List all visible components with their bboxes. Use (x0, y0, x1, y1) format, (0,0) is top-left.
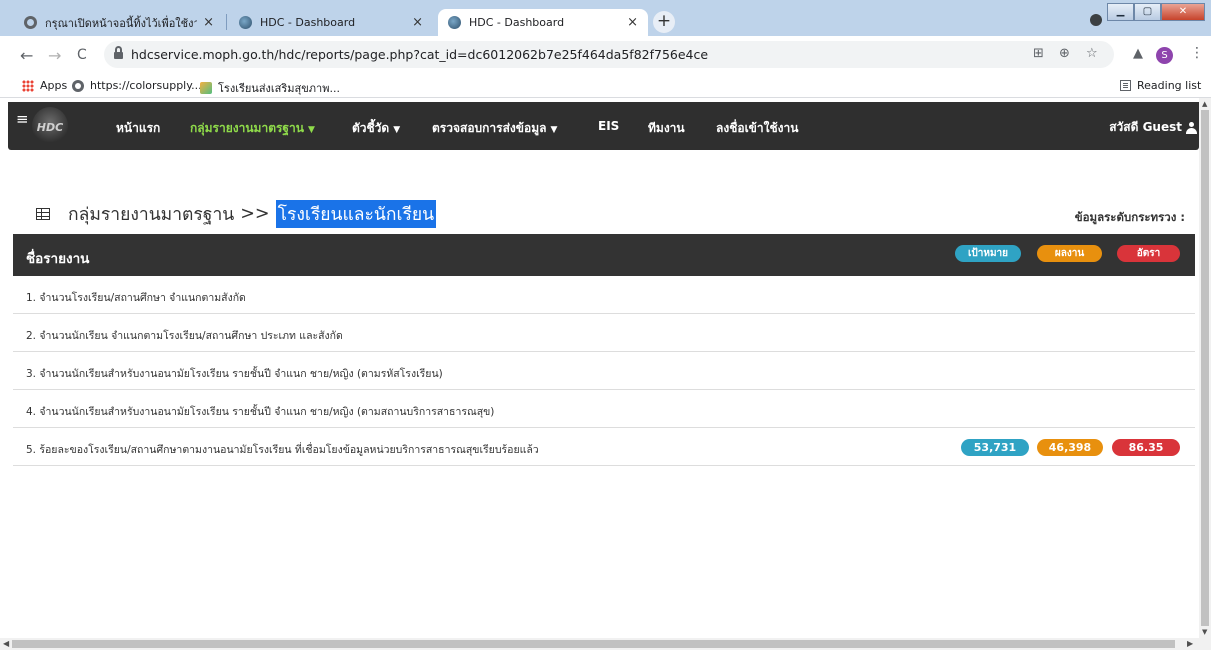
breadcrumb-separator: >> (240, 204, 270, 224)
url-text[interactable]: hdcservice.moph.go.th/hdc/reports/page.p… (131, 47, 708, 62)
page-viewport: ≡ HDC หน้าแรก กลุ่มรายงานมาตรฐาน ▼ ตัวชี้… (0, 98, 1199, 638)
browser-tab-bar: กรุณาเปิดหน้าจอนี้ทิ้งไว้เพื่อใช้งาน Int… (0, 0, 1211, 36)
nav-label: กลุ่มรายงานมาตรฐาน (190, 121, 304, 135)
bookmark-label: Apps (40, 79, 68, 92)
maximize-button[interactable]: ▢ (1134, 3, 1161, 21)
hdc-favicon-icon (239, 16, 252, 29)
breadcrumb-current: โรงเรียนและนักเรียน (275, 200, 437, 228)
tab-separator (226, 14, 227, 30)
reading-list-button[interactable]: Reading list (1120, 79, 1201, 92)
table-row: 5. ร้อยละของโรงเรียน/สถานศึกษาตามงานอนาม… (13, 428, 1195, 466)
hdc-favicon-icon (448, 16, 461, 29)
nav-label: ตรวจสอบการส่งข้อมูล (432, 121, 547, 135)
table-grid-icon (36, 208, 50, 220)
report-link-2[interactable]: 2. จำนวนนักเรียน จำแนกตามโรงเรียน/สถานศึ… (26, 327, 343, 344)
bookmark-star-icon[interactable]: ☆ (1086, 46, 1098, 61)
window-controls: ▁ ▢ ✕ (1107, 3, 1205, 21)
avatar[interactable]: S (1156, 47, 1173, 64)
report-link-4[interactable]: 4. จำนวนนักเรียนสำหรับงานอนามัยโรงเรียน … (26, 403, 494, 420)
profile-indicator-icon[interactable] (1090, 14, 1102, 26)
nav-data-check[interactable]: ตรวจสอบการส่งข้อมูล ▼ (432, 119, 557, 138)
vertical-scroll-thumb[interactable] (1201, 110, 1209, 626)
hdc-logo[interactable]: HDC (32, 107, 68, 145)
address-bar[interactable]: hdcservice.moph.go.th/hdc/reports/page.p… (104, 41, 1114, 68)
scroll-up-icon[interactable]: ▲ (1202, 100, 1207, 108)
rate-value-badge: 86.35 (1112, 439, 1180, 456)
reading-list-icon (1120, 80, 1131, 91)
hamburger-menu-icon[interactable]: ≡ (16, 110, 29, 128)
horizontal-scrollbar[interactable]: ◀ ▶ (0, 638, 1211, 650)
nav-team[interactable]: ทีมงาน (648, 119, 685, 138)
bookmarks-bar: Apps https://colorsupply... โรงเรียนส่งเ… (0, 74, 1211, 98)
tab-title: กรุณาเปิดหน้าจอนี้ทิ้งไว้เพื่อใช้งาน Int… (45, 16, 198, 30)
breadcrumb-root: กลุ่มรายงานมาตรฐาน (68, 205, 235, 225)
site-navbar: ≡ HDC หน้าแรก กลุ่มรายงานมาตรฐาน ▼ ตัวชี้… (8, 102, 1199, 150)
rate-badge: อัตรา (1117, 245, 1180, 262)
bookmark-label: โรงเรียนส่งเสริมสุขภาพ... (218, 82, 340, 95)
extension-icon[interactable]: ▲ (1133, 46, 1143, 61)
zoom-icon[interactable]: ⊕ (1059, 46, 1070, 61)
lock-icon[interactable] (114, 46, 123, 59)
nav-indicators[interactable]: ตัวชี้วัด ▼ (352, 119, 400, 138)
vertical-scrollbar[interactable]: ▲ ▼ (1199, 98, 1211, 638)
bookmark-colorsupply[interactable]: https://colorsupply... (72, 79, 202, 92)
user-icon (1186, 121, 1197, 134)
browser-tab-3-active[interactable]: HDC - Dashboard × (438, 9, 648, 36)
report-link-5[interactable]: 5. ร้อยละของโรงเรียน/สถานศึกษาตามงานอนาม… (26, 441, 539, 458)
close-tab-icon[interactable]: × (412, 15, 423, 30)
reload-button[interactable]: C (77, 47, 87, 63)
caret-down-icon: ▼ (550, 125, 558, 135)
caret-down-icon: ▼ (393, 125, 401, 135)
close-tab-icon[interactable]: × (627, 15, 638, 30)
report-table-header: ชื่อรายงาน เป้าหมาย ผลงาน อัตรา (13, 234, 1195, 276)
leaf-icon (200, 82, 212, 94)
user-greeting[interactable]: สวัสดี Guest (1109, 118, 1197, 137)
close-window-button[interactable]: ✕ (1161, 3, 1205, 21)
browser-tab-1[interactable]: กรุณาเปิดหน้าจอนี้ทิ้งไว้เพื่อใช้งาน Int… (14, 9, 224, 36)
result-value-badge: 46,398 (1037, 439, 1103, 456)
globe-icon (24, 16, 37, 29)
back-button[interactable]: ← (20, 46, 33, 65)
tab-title: HDC - Dashboard (260, 16, 356, 29)
scroll-down-icon[interactable]: ▼ (1202, 628, 1207, 636)
bookmark-health-school[interactable]: โรงเรียนส่งเสริมสุขภาพ... (200, 79, 340, 97)
table-row: 2. จำนวนนักเรียน จำแนกตามโรงเรียน/สถานศึ… (13, 314, 1195, 352)
scroll-left-icon[interactable]: ◀ (3, 639, 9, 648)
table-row: 1. จำนวนโรงเรียน/สถานศึกษา จำแนกตามสังกั… (13, 276, 1195, 314)
horizontal-scroll-thumb[interactable] (12, 640, 1175, 648)
nav-eis[interactable]: EIS (598, 119, 619, 133)
bookmark-label: https://colorsupply... (90, 79, 202, 92)
nav-login[interactable]: ลงชื่อเข้าใช้งาน (716, 119, 798, 138)
report-link-1[interactable]: 1. จำนวนโรงเรียน/สถานศึกษา จำแนกตามสังกั… (26, 289, 246, 306)
nav-standard-reports[interactable]: กลุ่มรายงานมาตรฐาน ▼ (190, 119, 315, 138)
caret-down-icon: ▼ (308, 125, 315, 135)
report-link-3[interactable]: 3. จำนวนนักเรียนสำหรับงานอนามัยโรงเรียน … (26, 365, 443, 382)
result-badge: ผลงาน (1037, 245, 1102, 262)
scroll-right-icon[interactable]: ▶ (1187, 639, 1193, 648)
page-title: กลุ่มรายงานมาตรฐาน >> โรงเรียนและนักเรีย… (36, 200, 437, 228)
browser-tab-2[interactable]: HDC - Dashboard × (229, 9, 433, 36)
minimize-button[interactable]: ▁ (1107, 3, 1134, 21)
globe-icon (72, 79, 84, 92)
forward-button[interactable]: → (48, 46, 61, 65)
tab-title: HDC - Dashboard (469, 16, 565, 29)
translate-icon[interactable]: ⊞ (1033, 46, 1044, 61)
target-value-badge: 53,731 (961, 439, 1029, 456)
report-name-column-header: ชื่อรายงาน (26, 251, 90, 267)
browser-menu-icon[interactable]: ⋮ (1190, 45, 1204, 61)
nav-home[interactable]: หน้าแรก (116, 119, 160, 138)
apps-grid-icon (22, 79, 34, 92)
browser-toolbar: ← → C hdcservice.moph.go.th/hdc/reports/… (0, 36, 1211, 74)
table-row: 3. จำนวนนักเรียนสำหรับงานอนามัยโรงเรียน … (13, 352, 1195, 390)
new-tab-button[interactable]: + (653, 11, 675, 33)
data-level-label: ข้อมูลระดับกระทรวง : (1074, 210, 1185, 224)
table-row: 4. จำนวนนักเรียนสำหรับงานอนามัยโรงเรียน … (13, 390, 1195, 428)
close-tab-icon[interactable]: × (203, 15, 214, 30)
greeting-text: สวัสดี Guest (1109, 120, 1182, 134)
nav-label: ตัวชี้วัด (352, 121, 390, 135)
reading-list-label: Reading list (1137, 79, 1202, 92)
target-badge: เป้าหมาย (955, 245, 1021, 262)
bookmark-apps[interactable]: Apps (22, 79, 67, 92)
